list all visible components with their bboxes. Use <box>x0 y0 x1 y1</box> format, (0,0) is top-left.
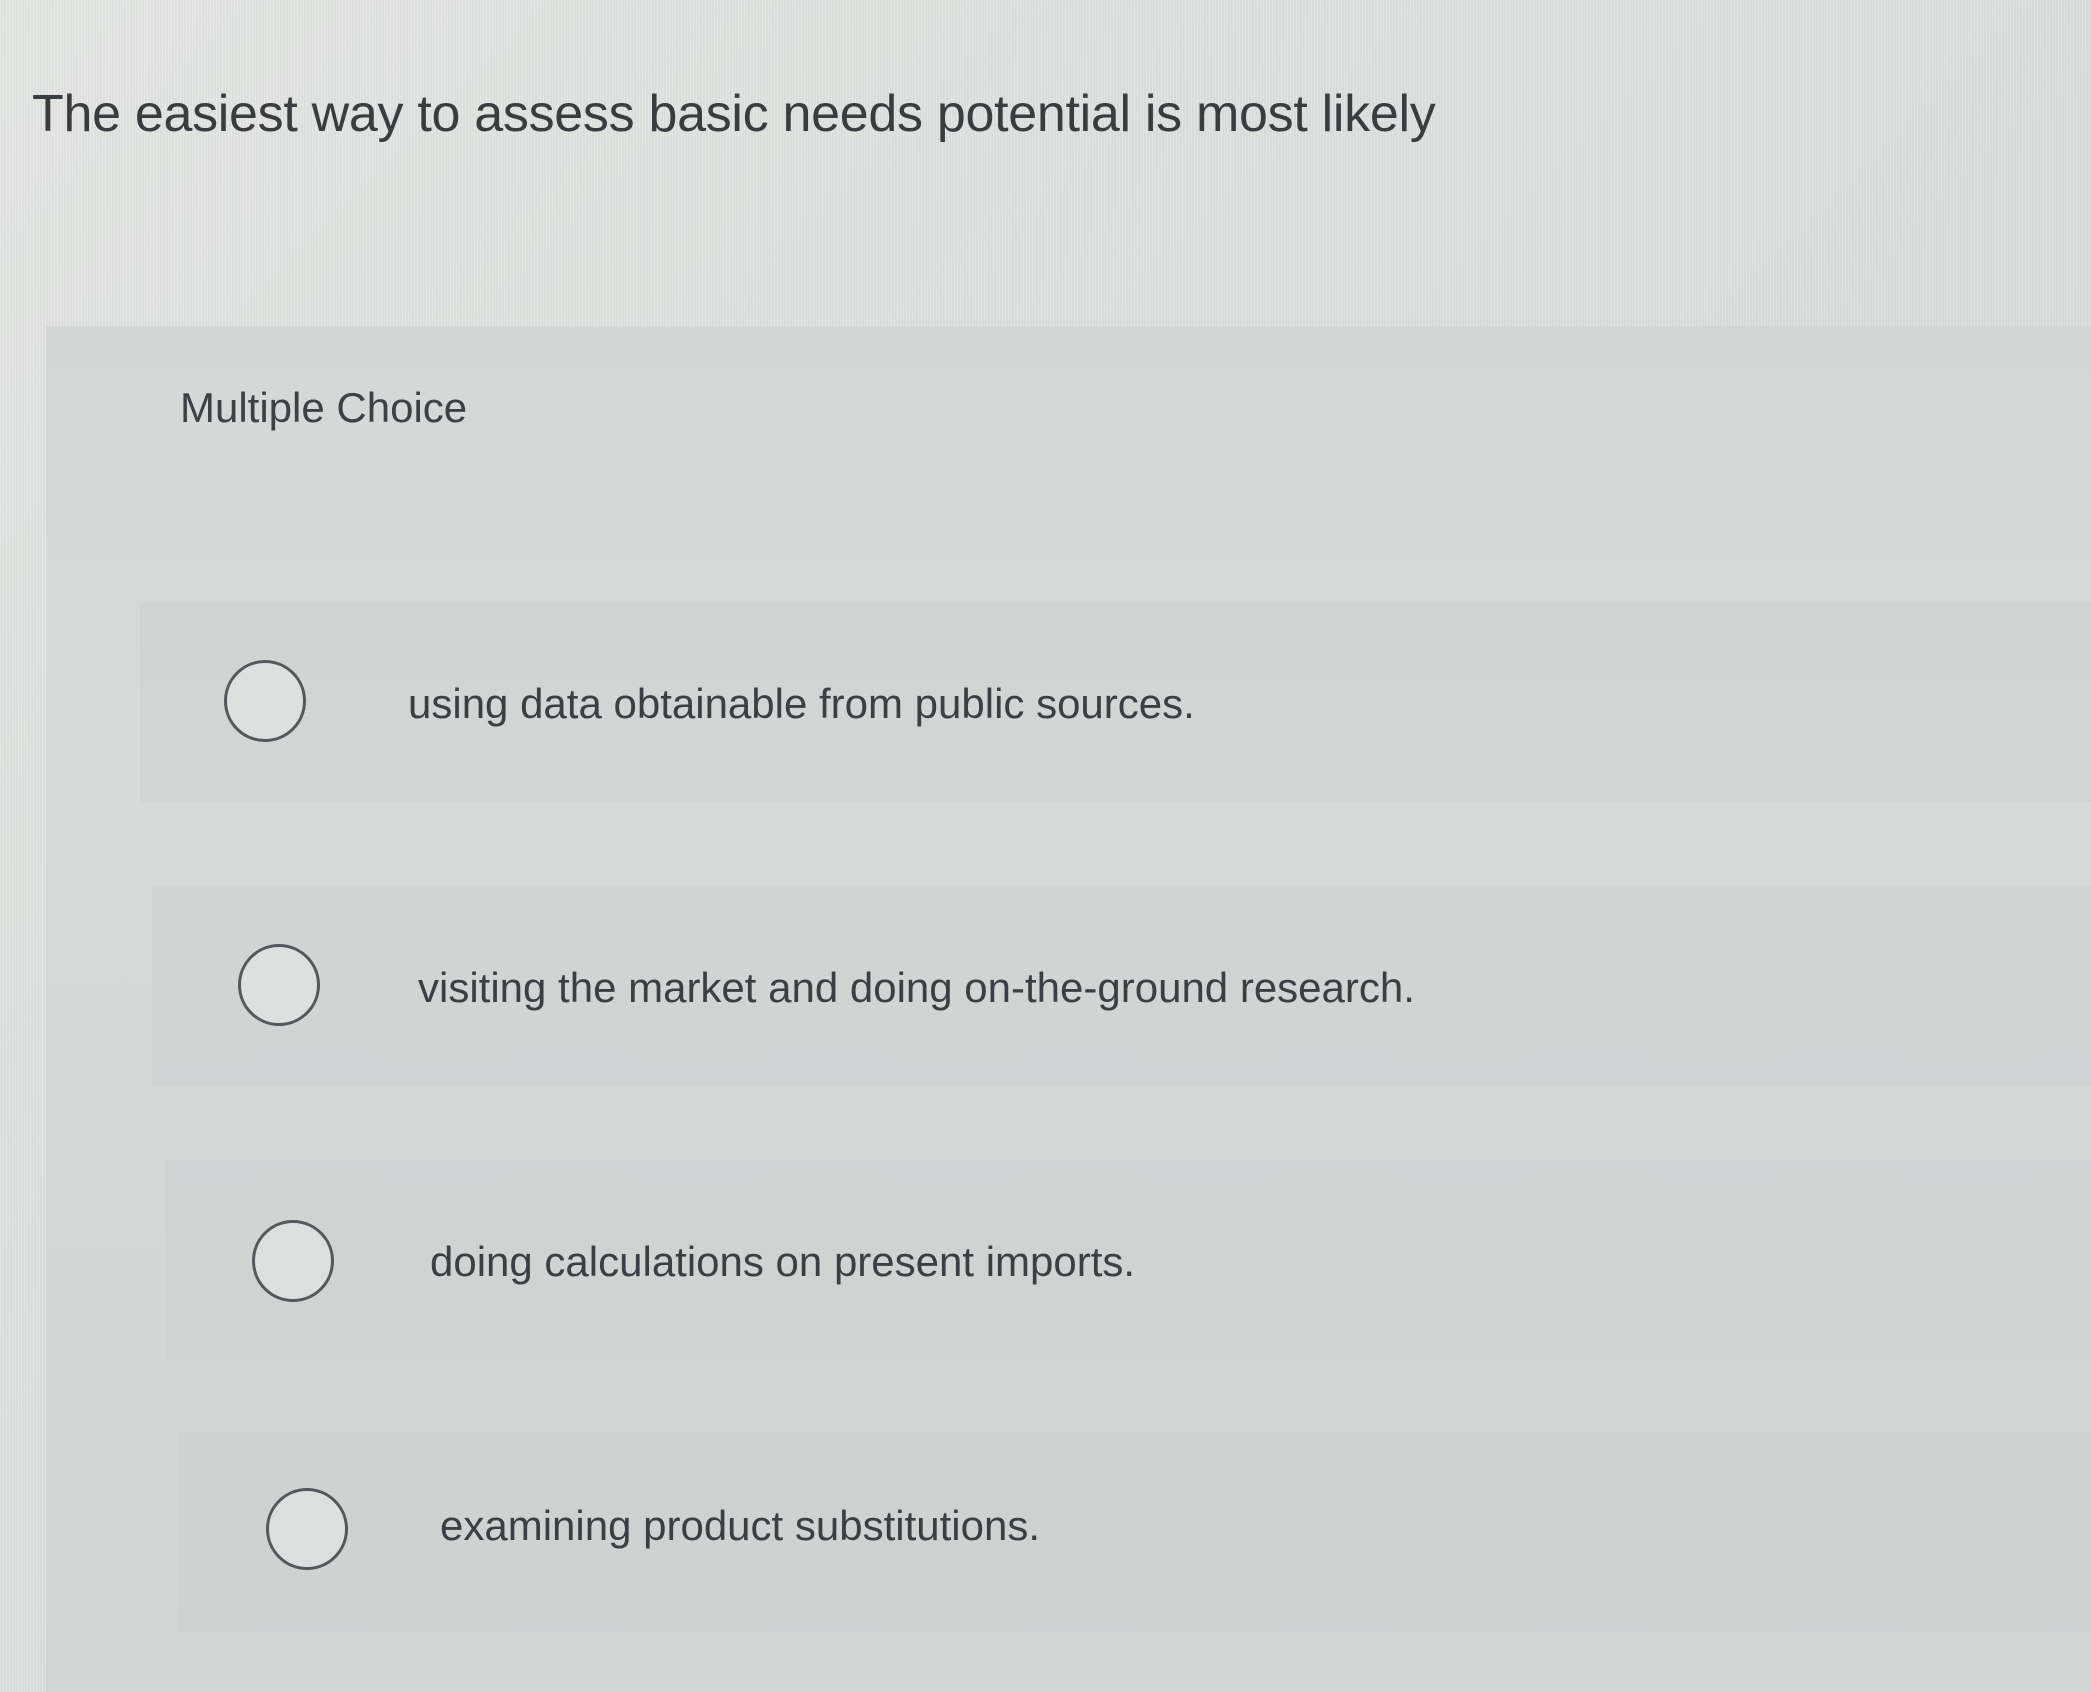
multiple-choice-label: Multiple Choice <box>180 384 468 431</box>
choice-4-radio-button[interactable] <box>266 1488 348 1570</box>
choice-1-radio-button[interactable] <box>224 660 306 742</box>
choice-3-label[interactable]: doing calculations on present imports. <box>430 1238 1135 1286</box>
choice-2-radio-button[interactable] <box>238 944 320 1026</box>
choice-1-label[interactable]: using data obtainable from public source… <box>408 680 1195 728</box>
choice-3-radio-button[interactable] <box>252 1220 334 1302</box>
choice-2-label[interactable]: visiting the market and doing on-the-gro… <box>418 964 1415 1012</box>
question-text: The easiest way to assess basic needs po… <box>32 85 1436 143</box>
choice-4-label[interactable]: examining product substitutions. <box>440 1502 1040 1550</box>
